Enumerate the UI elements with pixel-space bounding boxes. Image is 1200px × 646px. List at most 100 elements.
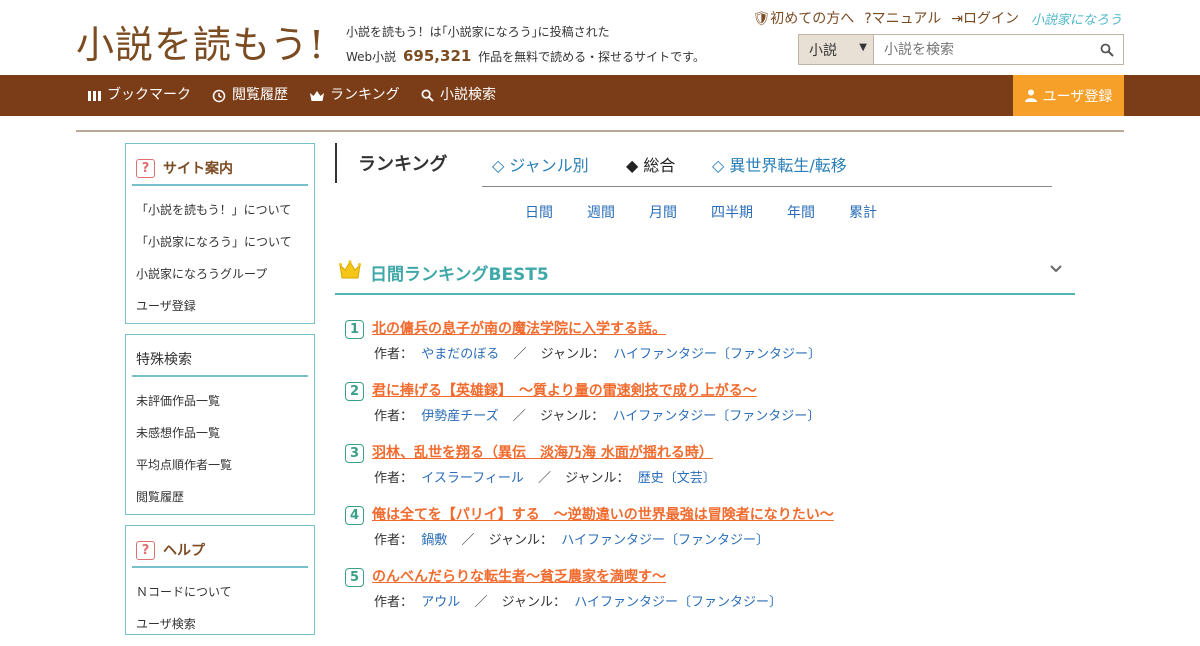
genre-label: ジャンル：: [540, 347, 605, 362]
question-icon: ?: [136, 158, 155, 178]
search-icon: [421, 89, 434, 102]
ranking-entry: 4 俺は全てを【パリイ】する ～逆勘違いの世界最強は冒険者になりたい～ 作者： …: [345, 504, 1075, 554]
login-label: ログイン: [962, 11, 1019, 27]
nav-ranking[interactable]: ランキング: [310, 75, 400, 116]
sidebar-item-unrated[interactable]: 未評価作品一覧: [136, 385, 314, 417]
period-monthly[interactable]: 月間: [649, 202, 677, 222]
author-link[interactable]: イスラーフィール: [421, 471, 524, 486]
meta-separator: ／: [461, 533, 475, 548]
help-list: Ｎコードについて ユーザ検索: [126, 568, 314, 646]
sidebar-site-guide: ? サイト案内 「小説を読もう！」について 「小説家になろう」について 小説家に…: [125, 143, 315, 324]
search-category-select[interactable]: 小説 ▼: [799, 35, 874, 64]
tab-isekai[interactable]: ◇ 異世界転生/転移: [712, 152, 847, 176]
novel-title-link[interactable]: 羽林、乱世を翔る（異伝 淡海乃海 水面が揺れる時）: [372, 442, 713, 462]
help-title: ? ヘルプ: [132, 534, 308, 568]
site-guide-list: 「小説を読もう！」について 「小説家になろう」について 小説家になろうグループ …: [126, 186, 314, 328]
author-label: 作者：: [374, 595, 414, 610]
tagline-suffix: 作品を無料で読める・探せるサイトです。: [478, 50, 705, 64]
sidebar-item-ncode[interactable]: Ｎコードについて: [136, 576, 314, 608]
rank-number-badge: 2: [345, 382, 364, 401]
ranking-entry: 2 君に捧げる【英雄録】 ～質より量の雷速剣技で成り上がる～ 作者： 伊勢産チー…: [345, 380, 1075, 430]
login-link[interactable]: ⇥ログイン: [951, 8, 1019, 28]
author-label: 作者：: [374, 533, 414, 548]
genre-link[interactable]: 歴史〔文芸〕: [638, 471, 716, 486]
sidebar-item-register[interactable]: ユーザ登録: [136, 290, 314, 322]
author-label: 作者：: [374, 347, 414, 362]
crown-icon: [339, 260, 361, 279]
sidebar-item-about-yomou[interactable]: 「小説を読もう！」について: [136, 194, 314, 226]
search-icon: [1100, 43, 1114, 57]
search-button[interactable]: [1091, 35, 1123, 64]
author-label: 作者：: [374, 471, 414, 486]
entry-meta: 作者： 伊勢産チーズ ／ ジャンル： ハイファンタジー〔ファンタジー〕: [374, 405, 820, 424]
entry-meta: 作者： 鍋敷 ／ ジャンル： ハイファンタジー〔ファンタジー〕: [374, 529, 769, 548]
rank-number-badge: 5: [345, 568, 364, 587]
author-link[interactable]: 伊勢産チーズ: [421, 409, 498, 424]
novel-title-link[interactable]: 君に捧げる【英雄録】 ～質より量の雷速剣技で成り上がる～: [372, 380, 757, 400]
manual-label: マニュアル: [871, 11, 942, 27]
sidebar-item-no-review[interactable]: 未感想作品一覧: [136, 417, 314, 449]
bookmark-icon: [88, 90, 101, 101]
nav-ranking-label: ランキング: [330, 87, 400, 103]
special-search-title-text: 特殊検索: [136, 352, 192, 368]
novel-title-link[interactable]: 北の傭兵の息子が南の魔法学院に入学する話。: [372, 318, 666, 338]
page-background: [0, 116, 76, 630]
sidebar-item-about-narou[interactable]: 「小説家になろう」について: [136, 226, 314, 258]
meta-separator: ／: [474, 595, 488, 610]
header-links: 🛡︎初めての方へ ?マニュアル ⇥ログイン 小説家になろう: [752, 8, 1122, 28]
sidebar-item-user-search[interactable]: ユーザ検索: [136, 608, 314, 640]
nav-history-label: 閲覧履歴: [232, 87, 288, 103]
novel-title-link[interactable]: のんべんだらりな転生者～貧乏農家を満喫す～: [372, 566, 666, 586]
ranking-entry: 1 北の傭兵の息子が南の魔法学院に入学する話。 作者： やまだのぼる ／ ジャン…: [345, 318, 1075, 368]
manual-link[interactable]: ?マニュアル: [864, 8, 941, 28]
tab-genre[interactable]: ◇ ジャンル別: [492, 152, 589, 176]
author-label: 作者：: [374, 409, 414, 424]
period-yearly[interactable]: 年間: [787, 202, 815, 222]
sidebar-item-narou-group[interactable]: 小説家になろうグループ: [136, 258, 314, 290]
genre-link[interactable]: ハイファンタジー〔ファンタジー〕: [613, 409, 821, 424]
question-circle-icon: ?: [864, 11, 872, 27]
daily-best5-header[interactable]: 日間ランキングBEST5: [335, 252, 1075, 295]
chevron-down-icon[interactable]: [1049, 264, 1063, 274]
genre-label: ジャンル：: [539, 409, 605, 424]
ranking-entry: 3 羽林、乱世を翔る（異伝 淡海乃海 水面が揺れる時） 作者： イスラーフィール…: [345, 442, 1075, 492]
genre-link[interactable]: ハイファンタジー〔ファンタジー〕: [561, 533, 769, 548]
rank-number-badge: 4: [345, 506, 364, 525]
novel-title-link[interactable]: 俺は全てを【パリイ】する ～逆勘違いの世界最強は冒険者になりたい～: [372, 504, 834, 524]
author-link[interactable]: アウル: [421, 595, 460, 610]
nav-register-button[interactable]: ユーザ登録: [1013, 75, 1124, 116]
genre-link[interactable]: ハイファンタジー〔ファンタジー〕: [574, 595, 782, 610]
history-icon: [212, 89, 226, 102]
nav-novel-search[interactable]: 小説検索: [421, 75, 496, 116]
meta-separator: ／: [512, 409, 526, 424]
special-search-title: 特殊検索: [132, 343, 308, 377]
syosetu-brand-link[interactable]: 小説家になろう: [1031, 9, 1122, 28]
beginners-link[interactable]: 🛡︎初めての方へ: [752, 8, 854, 28]
search-input[interactable]: [874, 35, 1091, 64]
special-search-list: 未評価作品一覧 未感想作品一覧 平均点順作者一覧 閲覧履歴: [126, 377, 314, 519]
shield-icon: 🛡︎: [752, 11, 771, 27]
period-weekly[interactable]: 週間: [587, 202, 615, 222]
nav-bookmark-label: ブックマーク: [107, 87, 191, 103]
crown-icon: [310, 90, 324, 101]
author-link[interactable]: やまだのぼる: [421, 347, 499, 362]
site-logo[interactable]: 小説を読もう!: [76, 14, 325, 69]
caret-down-icon: ▼: [859, 42, 867, 53]
author-link[interactable]: 鍋敷: [421, 533, 447, 548]
period-quarterly[interactable]: 四半期: [711, 202, 753, 222]
sidebar-special-search: 特殊検索 未評価作品一覧 未感想作品一覧 平均点順作者一覧 閲覧履歴: [125, 334, 315, 515]
search-category-value: 小説: [809, 43, 837, 59]
daily-best5-title: 日間ランキングBEST5: [370, 265, 549, 285]
sidebar-item-history[interactable]: 閲覧履歴: [136, 481, 314, 513]
nav-bookmark[interactable]: ブックマーク: [88, 75, 191, 116]
nav-novel-search-label: 小説検索: [440, 87, 496, 103]
nav-history[interactable]: 閲覧履歴: [212, 75, 288, 116]
beginners-label: 初めての方へ: [770, 11, 855, 27]
genre-label: ジャンル：: [501, 595, 566, 610]
genre-link[interactable]: ハイファンタジー〔ファンタジー〕: [613, 347, 821, 362]
sidebar-item-avg-score-authors[interactable]: 平均点順作者一覧: [136, 449, 314, 481]
period-total[interactable]: 累計: [849, 202, 877, 222]
period-daily[interactable]: 日間: [525, 202, 553, 222]
main-nav: ブックマーク 閲覧履歴 ランキング 小説検索 ユーザ登録: [0, 75, 1200, 116]
tab-overall[interactable]: ◆ 総合: [626, 152, 675, 176]
